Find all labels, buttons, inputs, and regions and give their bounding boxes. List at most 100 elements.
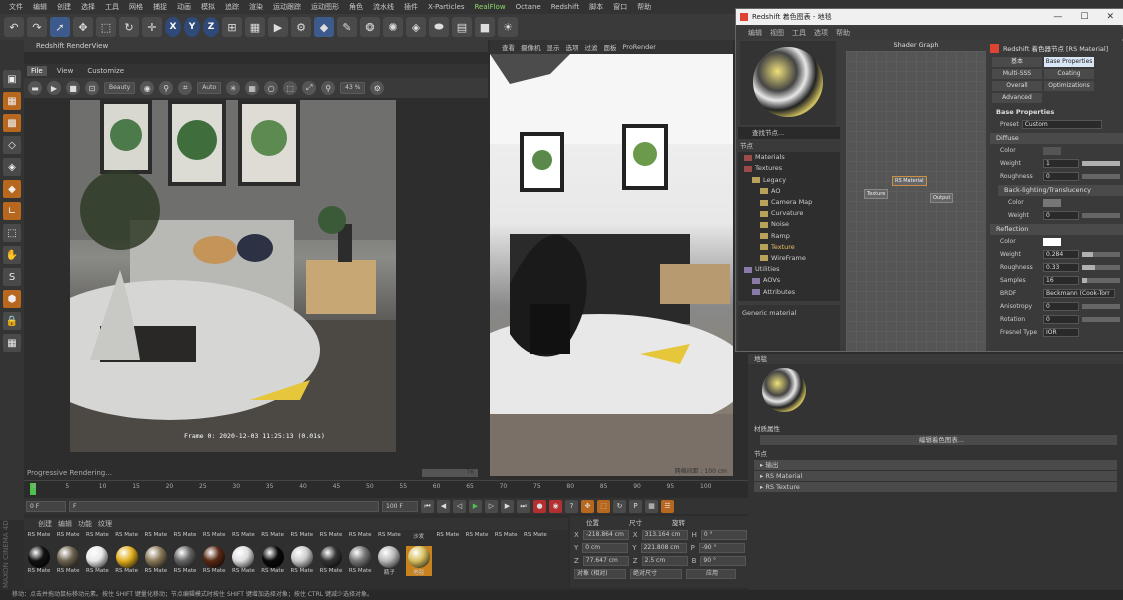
menu-item[interactable]: 捕捉: [148, 2, 172, 12]
shader-menu-item[interactable]: 视图: [770, 28, 784, 38]
bl-color-swatch[interactable]: [1043, 198, 1061, 207]
material-slot[interactable]: RS Mate: [26, 546, 52, 574]
node-legacy[interactable]: Legacy: [738, 175, 840, 186]
material-slot-top[interactable]: RS Mate: [143, 532, 169, 538]
rv-menu-view[interactable]: View: [53, 66, 78, 76]
material-slot-top[interactable]: RS Mate: [522, 532, 548, 538]
node-texture[interactable]: Texture: [738, 242, 840, 253]
next-frame-icon[interactable]: ▷: [485, 499, 498, 513]
pla-key-icon[interactable]: ▦: [645, 499, 658, 513]
checker-icon[interactable]: ▦: [3, 92, 21, 110]
render-region-icon[interactable]: ⊡: [85, 81, 99, 95]
menu-item[interactable]: 流水线: [368, 2, 399, 12]
render-start-icon[interactable]: ▶: [47, 81, 61, 95]
z-size-field[interactable]: 2.5 cm: [641, 555, 688, 566]
snapshot-icon[interactable]: ▬: [28, 81, 42, 95]
node-ramp[interactable]: Ramp: [738, 231, 840, 242]
material-slot-top[interactable]: RS Mate: [230, 532, 256, 538]
shader-menu-item[interactable]: 工具: [792, 28, 806, 38]
rv-menu-customize[interactable]: Customize: [83, 66, 128, 76]
material-slot[interactable]: RS Mate: [143, 546, 169, 574]
material-slot[interactable]: RS Mate: [260, 546, 286, 574]
make-editable-icon[interactable]: ▣: [3, 70, 21, 88]
menu-item[interactable]: Redshift: [546, 3, 584, 11]
redo-icon[interactable]: ↷: [27, 17, 47, 37]
grid-toggle-icon[interactable]: ▦: [245, 81, 260, 95]
material-slot[interactable]: RS Mate: [230, 546, 256, 574]
material-slot-top[interactable]: RS Mate: [26, 532, 52, 538]
points-mode-icon[interactable]: ◇: [3, 136, 21, 154]
diffuse-weight-field[interactable]: 1: [1043, 159, 1079, 168]
menu-item[interactable]: 帮助: [632, 2, 656, 12]
material-menu-item[interactable]: 功能: [78, 519, 92, 529]
node-camera-map[interactable]: Camera Map: [738, 197, 840, 208]
node-search-input[interactable]: 查找节点...: [738, 127, 840, 139]
lock-workplane-icon[interactable]: 🔒: [3, 312, 21, 330]
texture-node[interactable]: Texture: [864, 189, 889, 199]
deformer-icon[interactable]: ◈: [406, 17, 426, 37]
material-slot-top[interactable]: 沙发: [406, 532, 432, 540]
axis-mode-icon[interactable]: ∟: [3, 202, 21, 220]
zoom-icon[interactable]: ⚲: [321, 81, 336, 95]
rs-material-node[interactable]: RS Material: [892, 176, 927, 186]
tab-optimizations[interactable]: Optimizations: [1044, 81, 1094, 91]
material-slot-top[interactable]: RS Mate: [376, 532, 402, 538]
material-slot-top[interactable]: RS Mate: [84, 532, 110, 538]
refl-roughness-slider[interactable]: [1082, 265, 1120, 270]
material-menu-item[interactable]: 编辑: [58, 519, 72, 529]
rotation-slider[interactable]: [1082, 317, 1120, 322]
material-slot[interactable]: 瓶子: [376, 546, 402, 576]
menu-item[interactable]: 渲染: [244, 2, 268, 12]
rotate-tool-icon[interactable]: ↻: [119, 17, 139, 37]
environment-icon[interactable]: ⬬: [429, 17, 449, 37]
h-rotation-field[interactable]: 0 °: [700, 529, 747, 540]
material-slot-top[interactable]: RS Mate: [114, 532, 140, 538]
tab-advanced[interactable]: Advanced: [992, 93, 1042, 103]
keyframe-icon[interactable]: ?: [565, 499, 578, 513]
coordinate-system-icon[interactable]: ⊞: [222, 17, 242, 37]
fullscreen-icon[interactable]: ⤢: [302, 81, 317, 95]
select-tool-icon[interactable]: ➚: [50, 17, 70, 37]
material-slot[interactable]: RS Mate: [318, 546, 344, 574]
lock-icon[interactable]: ⚲: [159, 81, 174, 95]
render-picture-icon[interactable]: ▶: [268, 17, 288, 37]
viewport-menu-item[interactable]: 面板: [604, 42, 617, 52]
bl-weight-slider[interactable]: [1082, 213, 1120, 218]
settings-icon[interactable]: ⚙: [370, 81, 385, 95]
shader-graph-canvas[interactable]: Texture RS Material Output: [846, 51, 986, 351]
fit-icon[interactable]: ⬚: [283, 81, 298, 95]
menu-item[interactable]: 脚本: [584, 2, 608, 12]
fresnel-select[interactable]: IOR: [1043, 328, 1079, 337]
next-key-icon[interactable]: ▶: [501, 499, 514, 513]
auto-select[interactable]: Auto: [197, 82, 222, 94]
material-slot-top[interactable]: RS Mate: [172, 532, 198, 538]
material-slot[interactable]: RS Mate: [55, 546, 81, 574]
output-node[interactable]: Output: [930, 193, 954, 203]
p-rotation-field[interactable]: -90 °: [698, 542, 745, 553]
render-view-icon[interactable]: ▦: [245, 17, 265, 37]
x-size-field[interactable]: 313.164 cm: [641, 529, 688, 540]
render-settings-icon[interactable]: ⚙: [291, 17, 311, 37]
pen-icon[interactable]: ✎: [337, 17, 357, 37]
render-stop-icon[interactable]: ■: [66, 81, 80, 95]
texture-mode-icon[interactable]: ▩: [3, 114, 21, 132]
timeline-menu-icon[interactable]: ☰: [661, 499, 674, 513]
minimize-icon[interactable]: —: [1053, 12, 1062, 22]
cloner-icon[interactable]: ✺: [383, 17, 403, 37]
start-frame-field[interactable]: 0 F: [26, 500, 66, 512]
apply-button[interactable]: 应用: [686, 568, 736, 579]
material-slot-top[interactable]: RS Mate: [289, 532, 315, 538]
material-slot-top[interactable]: RS Mate: [260, 532, 286, 538]
material-slot-top[interactable]: RS Mate: [55, 532, 81, 538]
refl-roughness-field[interactable]: 0.33: [1043, 263, 1079, 272]
material-slot[interactable]: 地毯: [405, 546, 432, 576]
material-slot-top[interactable]: RS Mate: [493, 532, 519, 538]
rotation-field[interactable]: 0: [1043, 315, 1079, 324]
diffuse-roughness-slider[interactable]: [1082, 174, 1120, 179]
prev-frame-icon[interactable]: ◁: [453, 499, 466, 513]
frame-range-field[interactable]: F: [69, 500, 379, 512]
play-icon[interactable]: ▶: [469, 499, 482, 513]
b-rotation-field[interactable]: 90 °: [700, 555, 747, 566]
y-position-field[interactable]: 0 cm: [582, 542, 629, 553]
shader-menu-item[interactable]: 编辑: [748, 28, 762, 38]
